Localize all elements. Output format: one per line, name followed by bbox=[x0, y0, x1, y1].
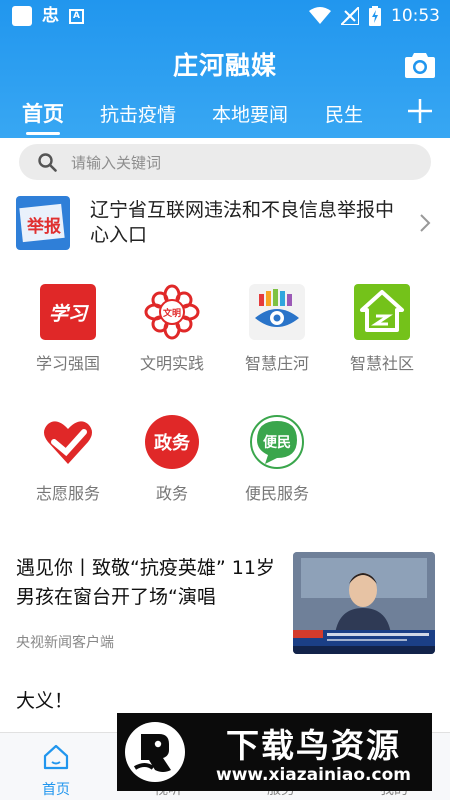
notification-letter-icon: A bbox=[69, 8, 84, 24]
search-icon bbox=[38, 153, 57, 172]
chevron-right-icon bbox=[420, 214, 431, 232]
channel-tabs: 首页 抗击疫情 本地要闻 民生 bbox=[0, 96, 400, 138]
service-label: 文明实践 bbox=[139, 354, 204, 373]
status-time: 10:53 bbox=[391, 6, 440, 26]
service-civilization-practice[interactable]: 文明 文明实践 bbox=[122, 284, 222, 380]
service-label: 智慧庄河 bbox=[244, 354, 309, 373]
camera-button[interactable] bbox=[404, 51, 436, 79]
home-icon bbox=[43, 744, 69, 770]
search-bar[interactable]: 请输入关键词 bbox=[19, 144, 431, 180]
service-smart-zhuanghe[interactable]: 智慧庄河 bbox=[227, 284, 327, 380]
add-channel-button[interactable] bbox=[406, 96, 434, 126]
app-header: 忠 A 10:53 庄河融媒 首页 抗击疫情 本地要闻 民生 bbox=[0, 0, 450, 138]
notification-app-icon: 忠 bbox=[42, 6, 59, 26]
tab-anti-epidemic[interactable]: 抗击疫情 bbox=[100, 100, 176, 127]
svg-text:政务: 政务 bbox=[154, 432, 191, 454]
camera-icon bbox=[405, 53, 435, 78]
svg-text:文明: 文明 bbox=[162, 307, 181, 319]
news-source: 央视新闻客户端 bbox=[16, 635, 114, 651]
study-strong-nation-icon: 学习 bbox=[40, 284, 96, 340]
report-icon: 举报 bbox=[16, 196, 70, 250]
active-tab-indicator bbox=[26, 132, 60, 135]
svg-text:便民: 便民 bbox=[263, 434, 291, 451]
nav-home[interactable]: 首页 bbox=[0, 733, 112, 800]
app-title: 庄河融媒 bbox=[172, 51, 277, 80]
service-label: 智慧社区 bbox=[349, 354, 414, 373]
watermark-url: www.xiazainiao.com bbox=[216, 765, 411, 785]
service-label: 志愿服务 bbox=[35, 484, 100, 503]
civilization-flower-icon: 文明 bbox=[144, 284, 200, 340]
volunteer-heart-icon bbox=[44, 421, 92, 464]
service-smart-community[interactable]: 智慧社区 bbox=[332, 284, 432, 380]
news-thumbnail bbox=[293, 552, 435, 654]
smart-community-house-icon bbox=[354, 284, 410, 340]
bird-logo-icon bbox=[125, 722, 185, 782]
status-bar: 忠 A 10:53 bbox=[0, 0, 450, 32]
smart-zhuanghe-eye-icon bbox=[249, 284, 305, 340]
news-title-continuation: 大义！ bbox=[16, 690, 74, 712]
service-government-affairs[interactable]: 政务 政务 bbox=[122, 414, 222, 510]
nav-label: 首页 bbox=[42, 782, 70, 798]
notification-square-icon bbox=[12, 6, 32, 26]
report-center-banner[interactable]: 举报 辽宁省互联网违法和不良信息举报中心入口 bbox=[0, 188, 450, 258]
report-icon-text: 举报 bbox=[27, 217, 61, 237]
battery-icon bbox=[369, 6, 381, 26]
site-watermark: 下载鸟资源 www.xiazainiao.com bbox=[117, 713, 432, 791]
service-study-strong-nation[interactable]: 学习 学习强国 bbox=[18, 284, 118, 380]
service-convenience[interactable]: 便民 便民服务 bbox=[227, 414, 327, 510]
government-affairs-icon: 政务 bbox=[145, 415, 199, 469]
plus-icon bbox=[408, 99, 432, 123]
tab-livelihood[interactable]: 民生 bbox=[325, 100, 363, 127]
watermark-title: 下载鸟资源 bbox=[226, 726, 401, 765]
news-thumbnail-image bbox=[293, 552, 435, 654]
news-title: 遇见你丨致敬“抗疫英雄” 11岁男孩在窗台开了场“演唱 bbox=[16, 557, 275, 608]
signal-icon bbox=[341, 7, 359, 25]
service-volunteer[interactable]: 志愿服务 bbox=[18, 414, 118, 510]
service-label: 政务 bbox=[155, 484, 188, 503]
svg-text:学习: 学习 bbox=[49, 303, 89, 325]
tab-home[interactable]: 首页 bbox=[22, 98, 64, 128]
wifi-icon bbox=[309, 7, 331, 24]
search-placeholder: 请输入关键词 bbox=[71, 154, 162, 172]
service-label: 学习强国 bbox=[35, 354, 100, 373]
report-banner-text: 辽宁省互联网违法和不良信息举报中心入口 bbox=[90, 199, 395, 246]
convenience-service-icon: 便民 bbox=[250, 415, 304, 469]
tab-local-news[interactable]: 本地要闻 bbox=[212, 100, 288, 127]
service-label: 便民服务 bbox=[244, 484, 309, 503]
news-item[interactable]: 遇见你丨致敬“抗疫英雄” 11岁男孩在窗台开了场“演唱 央视新闻客户端 bbox=[0, 548, 450, 663]
